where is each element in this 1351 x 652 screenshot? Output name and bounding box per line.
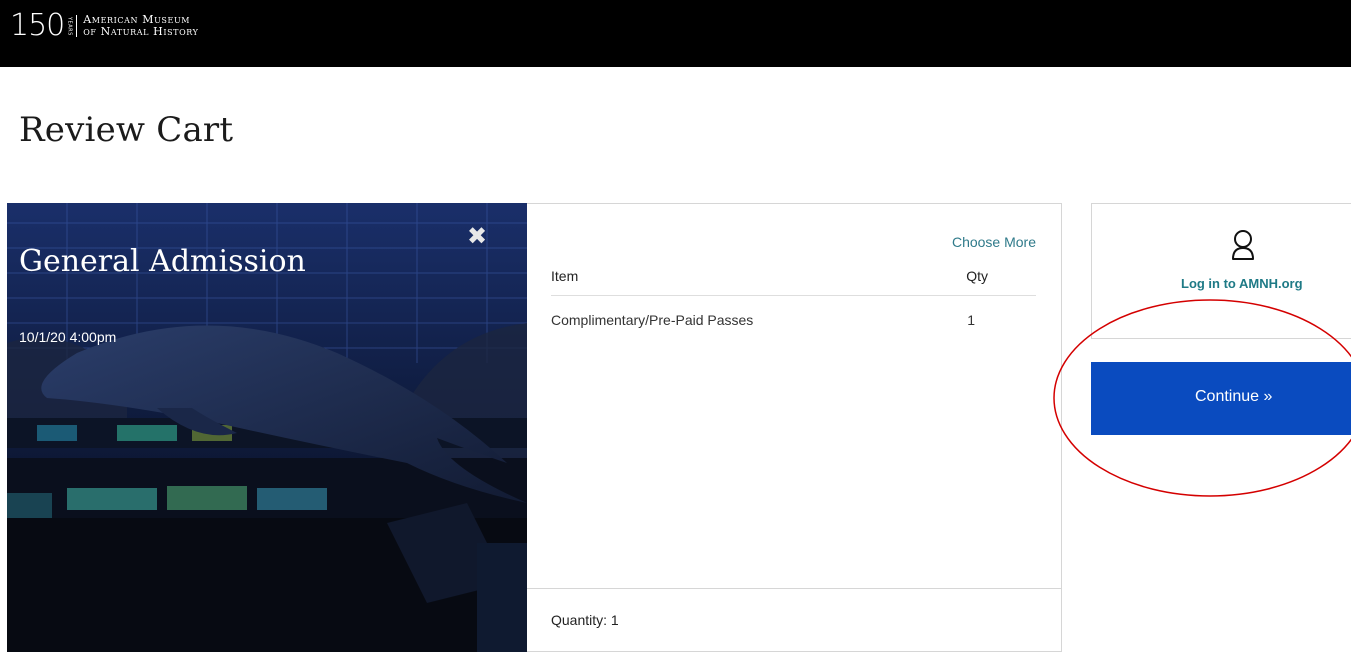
logo-years-label: YEARS bbox=[66, 16, 73, 36]
user-icon bbox=[1232, 230, 1254, 260]
logo-museum-name: American Museum of Natural History bbox=[83, 14, 198, 38]
column-header-qty: Qty bbox=[966, 268, 988, 284]
logo-divider bbox=[76, 15, 78, 37]
site-header: 150 YEARS American Museum of Natural His… bbox=[0, 0, 1351, 67]
event-card: General Admission 10/1/20 4:00pm ✖ bbox=[7, 203, 527, 652]
login-link[interactable]: Log in to AMNH.org bbox=[1181, 276, 1303, 291]
logo-line-2: of Natural History bbox=[83, 25, 199, 38]
items-table-header: Item Qty bbox=[551, 268, 1036, 296]
quantity-total: Quantity: 1 bbox=[551, 612, 619, 628]
page-title: Review Cart bbox=[19, 110, 234, 150]
item-qty: 1 bbox=[967, 312, 975, 328]
event-name: General Admission bbox=[19, 244, 306, 279]
remove-item-close-icon[interactable]: ✖ bbox=[465, 225, 489, 249]
item-name: Complimentary/Pre-Paid Passes bbox=[551, 312, 754, 328]
column-header-item: Item bbox=[551, 268, 579, 284]
logo-anniversary-number: 150 bbox=[10, 8, 65, 43]
amnh-logo[interactable]: 150 YEARS American Museum of Natural His… bbox=[10, 11, 199, 41]
login-box[interactable]: Log in to AMNH.org bbox=[1091, 203, 1351, 339]
continue-button-label: Continue » bbox=[1195, 388, 1273, 405]
continue-button[interactable]: Continue » bbox=[1091, 362, 1351, 435]
cart-items-panel: Choose More Item Qty Complimentary/Pre-P… bbox=[527, 203, 1062, 652]
quantity-footer: Quantity: 1 bbox=[527, 588, 1061, 651]
event-datetime: 10/1/20 4:00pm bbox=[19, 329, 117, 345]
choose-more-link[interactable]: Choose More bbox=[952, 234, 1036, 250]
